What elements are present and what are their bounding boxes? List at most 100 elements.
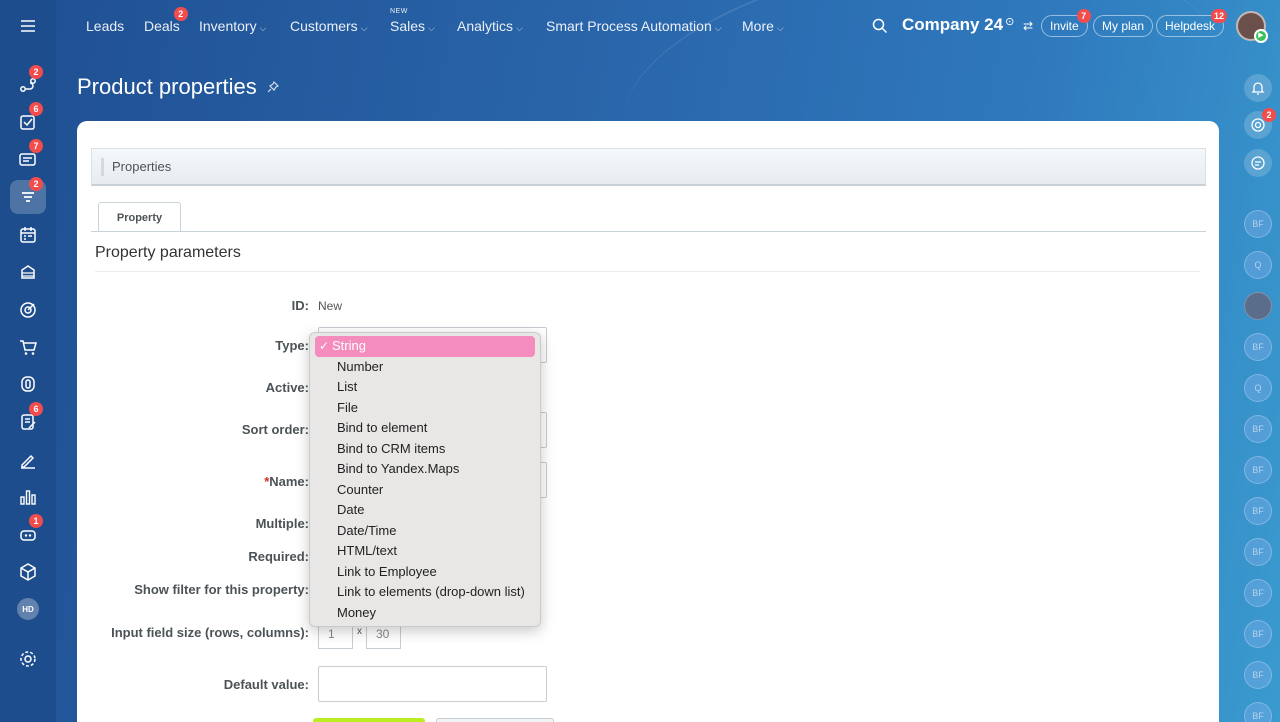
contact-avatar[interactable]: BF bbox=[1244, 497, 1272, 525]
settings-icon bbox=[20, 651, 36, 667]
chevron-down-icon: ⌵ bbox=[516, 23, 523, 33]
name-label: *Name: bbox=[264, 474, 309, 489]
nav-item-sales[interactable]: NEW Sales ⌵ bbox=[390, 8, 435, 34]
cancel-button[interactable] bbox=[436, 718, 554, 722]
sidebar-item-sign[interactable] bbox=[10, 443, 46, 477]
contact-avatar[interactable]: BF bbox=[1244, 538, 1272, 566]
contact-avatar[interactable]: BF bbox=[1244, 702, 1272, 722]
name-label-text: Name: bbox=[269, 474, 309, 489]
sidebar-item-shop[interactable] bbox=[10, 330, 46, 364]
invite-badge: 7 bbox=[1076, 9, 1091, 23]
checkmark-icon: ✓ bbox=[319, 339, 330, 353]
nav-item-customers[interactable]: Customers ⌵ bbox=[290, 18, 368, 34]
sidebar-item-analytics[interactable] bbox=[10, 480, 46, 514]
chat-bubble-icon bbox=[1251, 156, 1265, 170]
dropdown-option-money[interactable]: Money bbox=[315, 603, 535, 624]
nav-item-inventory[interactable]: Inventory ⌵ bbox=[199, 18, 266, 34]
sidebar-badge: 6 bbox=[29, 102, 43, 116]
contact-avatar[interactable]: BF bbox=[1244, 456, 1272, 484]
contact-avatar[interactable]: BF bbox=[1244, 415, 1272, 443]
dropdown-option-list[interactable]: List bbox=[315, 377, 535, 398]
contact-avatar[interactable]: BF bbox=[1244, 579, 1272, 607]
id-label: ID: bbox=[291, 298, 309, 313]
contact-avatar[interactable]: BF bbox=[1244, 333, 1272, 361]
dropdown-option-bind-maps[interactable]: Bind to Yandex.Maps bbox=[315, 459, 535, 480]
helpdesk-label: Helpdesk bbox=[1165, 19, 1216, 33]
sidebar-item-documents[interactable]: 6 bbox=[10, 402, 46, 439]
default-value-label: Default value: bbox=[223, 677, 309, 692]
dropdown-option-datetime[interactable]: Date/Time bbox=[315, 521, 535, 542]
invite-label: Invite bbox=[1050, 19, 1079, 33]
sidebar-badge: 1 bbox=[29, 514, 43, 528]
dropdown-option-counter[interactable]: Counter bbox=[315, 480, 535, 501]
nav-item-leads[interactable]: Leads bbox=[86, 18, 124, 34]
chevron-down-icon: ⌵ bbox=[714, 23, 722, 33]
dropdown-option-bind-crm[interactable]: Bind to CRM items bbox=[315, 439, 535, 460]
cart-icon bbox=[20, 340, 37, 355]
sidebar-item-crm[interactable]: 2 bbox=[10, 177, 46, 214]
helpdesk-button[interactable]: Helpdesk 12 bbox=[1156, 9, 1228, 37]
sidebar-item-drive[interactable] bbox=[10, 255, 46, 289]
nav-label: Inventory bbox=[199, 18, 257, 34]
sidebar-item-pipeline[interactable]: 2 bbox=[10, 65, 46, 102]
calendar-icon bbox=[20, 227, 36, 243]
sidebar-item-tasks[interactable]: 6 bbox=[10, 102, 46, 139]
required-label: Required: bbox=[248, 549, 309, 564]
save-button[interactable] bbox=[313, 718, 425, 722]
targets-button[interactable]: 2 bbox=[1244, 108, 1276, 139]
dropdown-option-string[interactable]: ✓ String bbox=[315, 336, 535, 357]
sidebar-item-calendar[interactable] bbox=[10, 218, 46, 252]
dropdown-option-employee[interactable]: Link to Employee bbox=[315, 562, 535, 583]
contact-avatar[interactable]: BF bbox=[1244, 661, 1272, 689]
sidebar-item-settings[interactable] bbox=[10, 642, 46, 676]
new-tag: NEW bbox=[390, 8, 408, 15]
invite-button[interactable]: Invite 7 bbox=[1041, 9, 1091, 37]
hd-avatar: HD bbox=[17, 598, 39, 620]
notifications-button[interactable] bbox=[1244, 74, 1272, 102]
dropdown-option-bind-element[interactable]: Bind to element bbox=[315, 418, 535, 439]
box-icon bbox=[20, 563, 36, 581]
contact-avatar-photo[interactable] bbox=[1244, 292, 1272, 320]
show-filter-label: Show filter for this property: bbox=[134, 582, 309, 597]
sidebar-item-target[interactable] bbox=[10, 293, 46, 327]
chevron-down-icon: ⌵ bbox=[428, 23, 435, 33]
contact-avatar[interactable]: Q bbox=[1244, 374, 1272, 402]
option-label: String bbox=[332, 338, 366, 353]
contact-avatar[interactable]: Q bbox=[1244, 251, 1272, 279]
menu-icon[interactable] bbox=[10, 9, 46, 43]
nav-item-automation[interactable]: Smart Process Automation ⌵ bbox=[546, 18, 722, 34]
messages-button[interactable] bbox=[1244, 149, 1272, 177]
nav-item-more[interactable]: More ⌵ bbox=[742, 18, 784, 34]
sidebar-item-catalog[interactable] bbox=[10, 555, 46, 589]
properties-header: Properties bbox=[91, 148, 1206, 186]
nav-item-analytics[interactable]: Analytics ⌵ bbox=[457, 18, 523, 34]
input-size-label: Input field size (rows, columns): bbox=[111, 625, 309, 640]
dropdown-option-link-elements[interactable]: Link to elements (drop-down list) bbox=[315, 582, 535, 603]
sidebar-item-chat[interactable]: 7 bbox=[10, 139, 46, 176]
sidebar-item-helpdesk[interactable]: HD bbox=[10, 592, 46, 626]
dropdown-option-date[interactable]: Date bbox=[315, 500, 535, 521]
tab-property[interactable]: Property bbox=[98, 202, 181, 232]
search-icon[interactable] bbox=[872, 18, 888, 34]
company-label: Company 24 bbox=[902, 15, 1004, 34]
contact-avatar[interactable]: BF bbox=[1244, 210, 1272, 238]
contact-avatar[interactable]: BF bbox=[1244, 620, 1272, 648]
sidebar-item-contact-center[interactable] bbox=[10, 367, 46, 401]
pin-icon[interactable] bbox=[266, 80, 280, 94]
default-value-input[interactable] bbox=[318, 666, 547, 702]
sidebar-item-robot[interactable]: 1 bbox=[10, 514, 46, 551]
my-plan-button[interactable]: My plan bbox=[1093, 15, 1154, 37]
deals-badge: 2 bbox=[173, 7, 188, 21]
nav-item-deals[interactable]: Deals 2 bbox=[144, 7, 188, 34]
chevron-down-icon: ⌵ bbox=[776, 23, 784, 33]
my-plan-label: My plan bbox=[1102, 19, 1145, 33]
company-name[interactable]: Company 24 ⊙ ⇄ bbox=[902, 15, 1033, 35]
chevron-down-icon: ⌵ bbox=[259, 23, 267, 33]
settings-sliders-icon[interactable]: ⇄ bbox=[1023, 19, 1033, 33]
dropdown-option-html[interactable]: HTML/text bbox=[315, 541, 535, 562]
right-sidebar: 2 BF Q BF Q BF BF BF BF BF BF BF BF bbox=[1240, 0, 1280, 722]
dropdown-option-number[interactable]: Number bbox=[315, 357, 535, 378]
clock-icon: ⊙ bbox=[1005, 16, 1015, 28]
dropdown-option-file[interactable]: File bbox=[315, 398, 535, 419]
nav-label: Smart Process Automation bbox=[546, 18, 712, 34]
